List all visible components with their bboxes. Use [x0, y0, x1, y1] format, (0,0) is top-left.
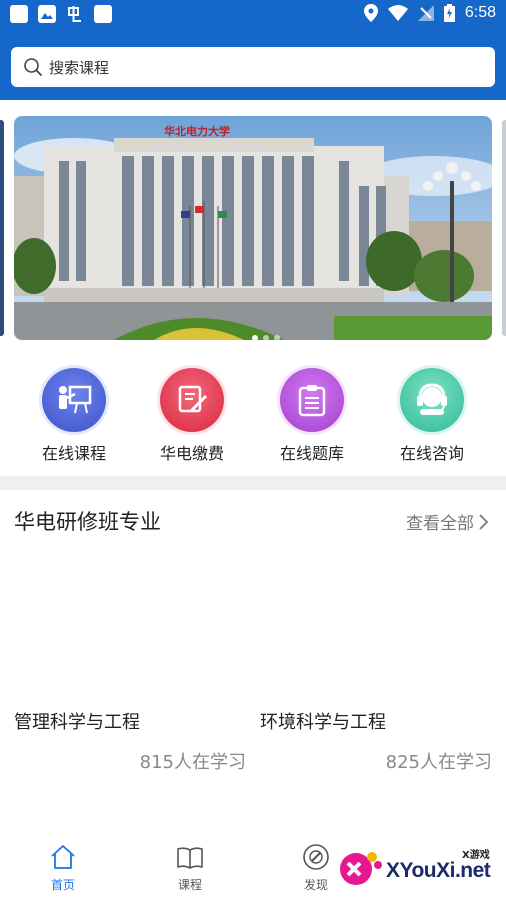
section-title: 华电研修班专业	[14, 510, 161, 534]
app-header: 6:58 搜索课程	[0, 0, 506, 100]
search-input[interactable]: 搜索课程	[11, 47, 495, 87]
status-bar: 6:58	[0, 0, 506, 30]
quick-nav-payment[interactable]: 华电缴费	[142, 360, 242, 464]
carousel-dot[interactable]	[274, 335, 280, 340]
carousel-dot[interactable]	[252, 335, 258, 340]
carousel-next-slide[interactable]	[502, 120, 506, 336]
section-divider	[0, 476, 506, 490]
notification-square-icon	[10, 5, 28, 23]
course-card[interactable]: 环境科学与工程 825人在学习	[260, 708, 492, 774]
quick-nav-label: 华电缴费	[159, 444, 224, 463]
bill-pen-icon	[160, 368, 224, 432]
clipboard-icon	[280, 368, 344, 432]
wifi-icon	[387, 5, 408, 21]
view-all-label: 查看全部	[406, 514, 474, 534]
compass-icon	[303, 844, 329, 870]
carousel-prev-slide[interactable]	[0, 120, 4, 336]
quick-nav-online-course[interactable]: 在线课程	[24, 360, 124, 464]
chevron-right-icon	[479, 513, 488, 530]
tab-discover[interactable]: 发现	[286, 842, 346, 893]
quick-nav-question-bank[interactable]: 在线题库	[262, 360, 362, 464]
quick-nav-label: 在线题库	[279, 444, 344, 463]
search-placeholder: 搜索课程	[49, 58, 110, 77]
svg-text:华北电力大学: 华北电力大学	[164, 124, 230, 138]
headset-icon	[400, 368, 464, 432]
tab-label: 发现	[303, 878, 328, 892]
status-notifications	[10, 5, 112, 23]
book-icon	[177, 847, 203, 869]
notification-square-icon	[94, 5, 112, 23]
course-card[interactable]: 管理科学与工程 815人在学习	[14, 708, 246, 774]
course-learner-count: 815人在学习	[139, 752, 246, 773]
watermark-text: XYouXi.net	[386, 859, 491, 882]
view-all-link[interactable]: 查看全部	[406, 509, 488, 534]
banner-image[interactable]: 华北电力大学	[14, 116, 492, 340]
tab-home[interactable]: 首页	[33, 842, 93, 893]
tab-courses[interactable]: 课程	[160, 842, 220, 893]
quick-nav-consult[interactable]: 在线咨询	[382, 360, 482, 464]
home-icon	[51, 845, 75, 869]
gamepad-logo-icon	[340, 852, 382, 885]
campus-building-photo: 华北电力大学	[14, 116, 492, 340]
tab-label: 首页	[50, 878, 75, 892]
carousel-indicator	[252, 335, 280, 340]
image-icon	[38, 5, 56, 23]
banner-carousel[interactable]: 华北电力大学	[0, 100, 506, 352]
signal-icon	[417, 5, 434, 21]
battery-icon	[443, 4, 455, 22]
course-learner-count: 825人在学习	[385, 752, 492, 773]
carousel-dot[interactable]	[263, 335, 269, 340]
search-icon	[24, 58, 42, 76]
quick-nav-label: 在线咨询	[399, 444, 464, 463]
quick-nav: 在线课程 华电缴费 在线题库 在线咨询	[0, 360, 506, 476]
teacher-board-icon	[42, 368, 106, 432]
clock: 6:58	[464, 4, 496, 21]
course-name: 环境科学与工程	[260, 712, 386, 733]
status-system: 6:58	[363, 4, 496, 22]
tab-label: 课程	[177, 878, 202, 892]
app-notification-icon	[66, 5, 84, 23]
course-name: 管理科学与工程	[14, 712, 140, 733]
quick-nav-label: 在线课程	[41, 444, 106, 463]
location-icon	[363, 4, 378, 22]
watermark-logo: X游戏 XYouXi.net	[338, 843, 500, 895]
